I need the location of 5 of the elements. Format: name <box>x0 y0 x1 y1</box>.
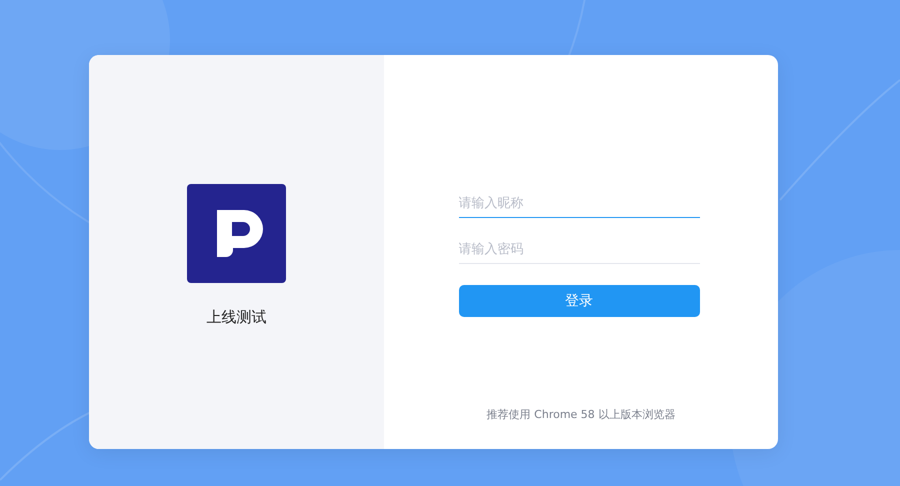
logo-icon <box>187 184 286 283</box>
login-button[interactable]: 登录 <box>458 285 700 317</box>
browser-note: 推荐使用 Chrome 58 以上版本浏览器 <box>486 407 676 422</box>
input-field[interactable]: 请输入昵称 <box>458 189 700 218</box>
app-title: 上线测试 <box>206 308 266 327</box>
